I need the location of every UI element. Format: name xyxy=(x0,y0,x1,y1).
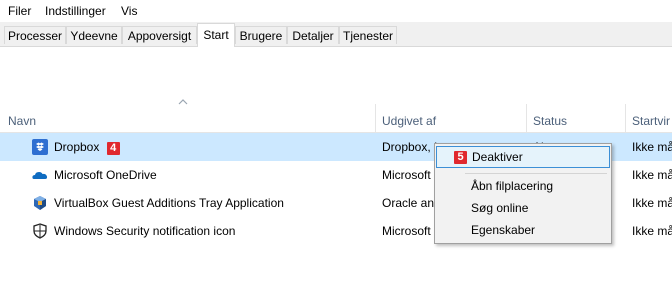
virtualbox-icon xyxy=(34,196,46,210)
menu-item-search-online[interactable]: Søg online xyxy=(436,197,610,219)
tab-strip: Processer Ydeevne Appoversigt Start Brug… xyxy=(0,22,672,47)
row-startup-impact: Ikke må xyxy=(632,140,672,154)
menu-item-properties[interactable]: Egenskaber xyxy=(436,219,610,241)
row-startup-impact: Ikke må xyxy=(632,224,672,238)
windows-security-icon xyxy=(33,223,47,239)
column-header: Navn Udgivet af Status Startvir xyxy=(0,99,672,133)
tab-startup[interactable]: Start xyxy=(197,23,235,47)
row-publisher: Microsoft xyxy=(382,224,431,238)
column-divider[interactable] xyxy=(526,104,527,132)
sort-ascending-icon xyxy=(178,99,188,105)
tab-users[interactable]: Brugere xyxy=(235,26,287,44)
step-badge: 5 xyxy=(454,151,467,164)
menu-file[interactable]: Filer xyxy=(8,4,31,18)
menu-view[interactable]: Vis xyxy=(121,4,137,18)
menu-item-label: Søg online xyxy=(471,201,529,215)
row-startup-impact: Ikke må xyxy=(632,168,672,182)
menu-item-open-file-location[interactable]: Åbn filplacering xyxy=(436,175,610,197)
tab-services[interactable]: Tjenester xyxy=(339,26,397,44)
column-status-header[interactable]: Status xyxy=(533,114,567,128)
row-name-text: Dropbox xyxy=(54,140,100,154)
dropbox-icon xyxy=(32,139,48,155)
tab-processes[interactable]: Processer xyxy=(4,26,66,44)
column-startup-impact-header[interactable]: Startvir xyxy=(632,114,672,128)
column-publisher-header[interactable]: Udgivet af xyxy=(382,114,436,128)
menu-settings[interactable]: Indstillinger xyxy=(45,4,106,18)
row-publisher: Microsoft xyxy=(382,168,431,182)
onedrive-icon xyxy=(32,172,48,179)
menu-item-label: Åbn filplacering xyxy=(471,179,554,193)
tab-performance[interactable]: Ydeevne xyxy=(66,26,122,44)
context-menu: 5 Deaktiver Åbn filplacering Søg online … xyxy=(434,143,612,244)
row-publisher: Oracle and xyxy=(382,196,438,210)
menu-separator xyxy=(465,173,607,174)
row-name: Windows Security notification icon xyxy=(54,224,236,238)
row-name: Microsoft OneDrive xyxy=(54,168,157,182)
column-divider[interactable] xyxy=(625,104,626,132)
menu-bar: Filer Indstillinger Vis xyxy=(0,0,672,22)
tab-details[interactable]: Detaljer xyxy=(287,26,339,44)
column-divider[interactable] xyxy=(375,104,376,132)
row-name: VirtualBox Guest Additions Tray Applicat… xyxy=(54,196,284,210)
tab-app-history[interactable]: Appoversigt xyxy=(122,26,197,44)
menu-item-disable[interactable]: 5 Deaktiver xyxy=(436,146,610,168)
row-name: Dropbox 4 xyxy=(54,140,120,155)
menu-item-label: Deaktiver xyxy=(472,150,523,164)
row-publisher: Dropbox, I xyxy=(382,140,438,154)
column-name-header[interactable]: Navn xyxy=(8,114,36,128)
step-badge: 4 xyxy=(106,142,120,155)
row-startup-impact: Ikke må xyxy=(632,196,672,210)
menu-item-label: Egenskaber xyxy=(471,223,536,237)
